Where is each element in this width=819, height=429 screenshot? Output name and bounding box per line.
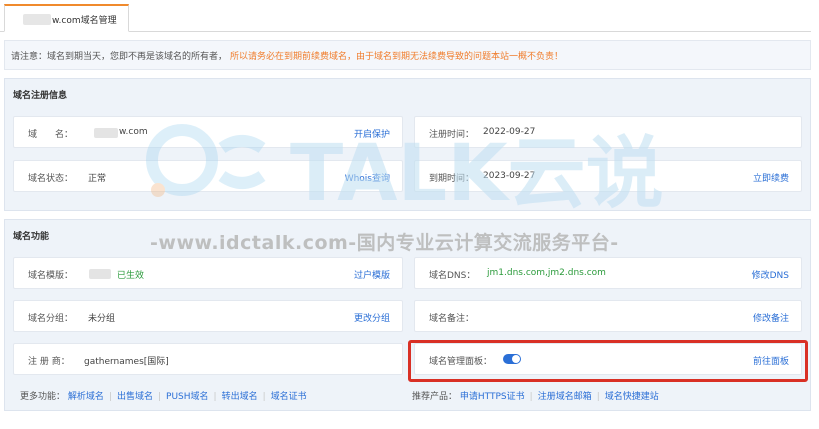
section-title: 域名注册信息 [13, 91, 68, 101]
modify-dns-link[interactable]: 修改DNS [752, 268, 789, 281]
expire-time-value: 2023-09-27 [483, 171, 536, 181]
reg-time-label: 注册时间： [429, 130, 475, 140]
tab-domain-management[interactable]: w.com域名管理 [4, 4, 129, 32]
sell-domain-link[interactable]: 出售域名 [117, 392, 153, 402]
modify-remark-link[interactable]: 修改备注 [753, 311, 789, 324]
template-card: 域名模版： 已生效 过户模版 [13, 257, 403, 289]
dns-value: jm1.dns.com,jm2.dns.com [487, 268, 606, 278]
group-value: 未分组 [88, 314, 116, 324]
quick-site-link[interactable]: 域名快捷建站 [605, 392, 659, 402]
https-cert-link[interactable]: 申请HTTPS证书 [460, 392, 525, 402]
more-functions-bar: 更多功能： 解析域名 | 出售域名 | PUSH域名 | 转出域名 | 域名证书 [20, 392, 307, 402]
expire-time-card: 到期时间： 2023-09-27 立即续费 [414, 160, 802, 192]
tab-bar: w.com域名管理 [0, 0, 811, 32]
functions-section: 域名功能 域名模版： 已生效 过户模版 域名DNS： jm1.dns.com,j… [4, 219, 811, 411]
registrar-value: gathernames[国际] [84, 357, 169, 367]
renew-link[interactable]: 立即续费 [753, 171, 789, 184]
recommend-bar: 推荐产品： 申请HTTPS证书 | 注册域名邮箱 | 域名快捷建站 [412, 392, 659, 402]
notice-warning-text: 所以请务必在到期前续费域名，由于域名到期无法续费导致的问题本站一概不负责！ [230, 52, 564, 62]
domain-cert-link[interactable]: 域名证书 [271, 392, 307, 402]
expiry-notice: 请注意：域名到期当天，您即不再是该域名的所有者， 所以请务必在到期前续费域名，由于… [4, 40, 811, 70]
registrar-card: 注 册 商： gathernames[国际] [13, 343, 403, 375]
change-group-link[interactable]: 更改分组 [354, 311, 390, 324]
registration-section: 域名注册信息 域 名： w.com 开启保护 注册时间： 2022-09-27 … [4, 78, 811, 211]
redacted-template-mask [89, 269, 111, 279]
notice-text: 请注意：域名到期当天，您即不再是该域名的所有者， [11, 52, 228, 62]
domain-status-card: 域名状态： 正常 Whois查询 [13, 160, 403, 192]
domain-name-card: 域 名： w.com 开启保护 [13, 116, 403, 148]
page-bottom [0, 414, 819, 429]
template-status: 已生效 [117, 271, 145, 281]
push-domain-link[interactable]: PUSH域名 [166, 392, 209, 402]
domain-mail-link[interactable]: 注册域名邮箱 [538, 392, 592, 402]
transfer-template-link[interactable]: 过户模版 [354, 268, 390, 281]
template-label: 域名模版： [28, 271, 74, 281]
resolve-domain-link[interactable]: 解析域名 [68, 392, 104, 402]
reg-time-card: 注册时间： 2022-09-27 [414, 116, 802, 148]
domain-status-label: 域名状态： [28, 174, 74, 184]
more-label: 更多功能： [20, 392, 66, 402]
remark-card: 域名备注： 修改备注 [414, 300, 802, 332]
section-title: 域名功能 [13, 232, 50, 242]
recommend-label: 推荐产品： [412, 392, 458, 402]
dns-card: 域名DNS： jm1.dns.com,jm2.dns.com 修改DNS [414, 257, 802, 289]
remark-label: 域名备注： [429, 314, 475, 324]
enable-protection-link[interactable]: 开启保护 [354, 127, 390, 140]
expire-time-label: 到期时间： [429, 174, 475, 184]
group-label: 域名分组： [28, 314, 74, 324]
panel-highlight-box [408, 340, 808, 382]
domain-name-value: w.com [119, 127, 148, 137]
transfer-out-link[interactable]: 转出域名 [222, 392, 258, 402]
reg-time-value: 2022-09-27 [483, 127, 536, 137]
redacted-domain-mask [94, 128, 118, 138]
tab-label: w.com域名管理 [52, 16, 117, 26]
domain-status-value: 正常 [88, 174, 107, 184]
whois-link[interactable]: Whois查询 [345, 171, 390, 184]
dns-label: 域名DNS： [429, 271, 476, 281]
registrar-label: 注 册 商： [28, 357, 70, 367]
redacted-domain-mask [23, 14, 51, 25]
group-card: 域名分组： 未分组 更改分组 [13, 300, 403, 332]
domain-name-label: 域 名： [28, 130, 74, 140]
